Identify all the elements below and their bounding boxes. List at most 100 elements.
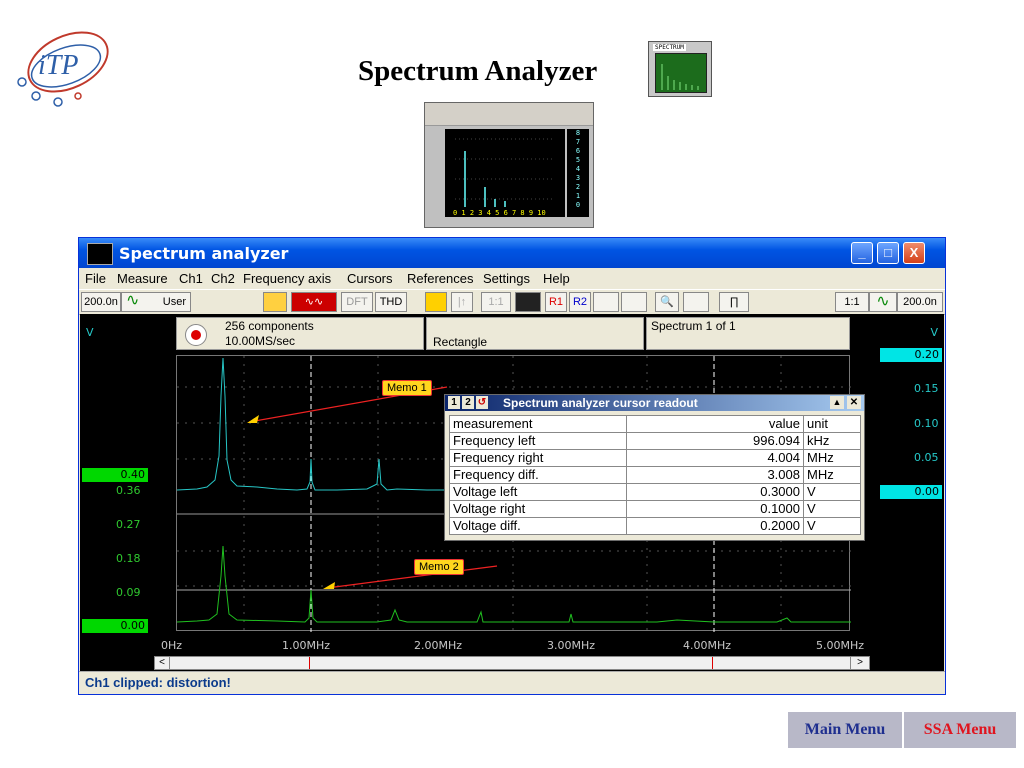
toolbar: 200.0n ∿ User ∿∿ DFT THD |↑ 1:1 R1 R2 🔍 …	[79, 289, 945, 315]
row-measurement: Voltage diff.	[449, 517, 627, 535]
bars-icon[interactable]	[425, 292, 447, 312]
row-unit: V	[803, 483, 861, 501]
ssa-menu-button[interactable]: SSA Menu	[904, 712, 1016, 748]
row-value: 3.008	[626, 466, 804, 484]
r2-button[interactable]: R2	[569, 292, 591, 312]
menu-ch2[interactable]: Ch2	[211, 271, 235, 286]
spectrum-icon[interactable]: SPECTRUM	[648, 41, 712, 97]
maximize-button[interactable]: □	[877, 242, 899, 264]
ch1-scale-0.05: 0.05	[914, 451, 939, 464]
readout-tab-1[interactable]: 1	[448, 396, 460, 409]
ratio-button[interactable]: 1:1	[835, 292, 869, 312]
menu-frequency-axis[interactable]: Frequency axis	[243, 271, 331, 286]
row-unit: MHz	[803, 449, 861, 467]
x-label-5: 5.00MHz	[816, 639, 865, 652]
dft-button[interactable]: DFT	[341, 292, 373, 312]
ch2-scale-0.36: 0.36	[116, 484, 141, 497]
thumbnail-scale: 87 65 43 21 0	[567, 129, 589, 217]
r1-button[interactable]: R1	[545, 292, 567, 312]
ch1-scale-0.15: 0.15	[914, 382, 939, 395]
table-row: Frequency right 4.004 MHz	[449, 449, 861, 467]
right-axis-unit: V	[930, 326, 938, 339]
menu-references[interactable]: References	[407, 271, 473, 286]
hscrollbar[interactable]: < >	[154, 656, 870, 670]
row-unit: kHz	[803, 432, 861, 450]
menu-help[interactable]: Help	[543, 271, 570, 286]
main-menu-button[interactable]: Main Menu	[788, 712, 902, 748]
ch2-scale-0.09: 0.09	[116, 586, 141, 599]
menu-settings[interactable]: Settings	[483, 271, 530, 286]
spectrum-index: Spectrum 1 of 1	[651, 319, 736, 333]
svg-text:0 1 2 3 4 5 6 7 8 9 10: 0 1 2 3 4 5 6 7 8 9 10	[453, 209, 546, 217]
x-label-2: 2.00MHz	[414, 639, 463, 652]
zoom-ratio-icon[interactable]: 1:1	[481, 292, 511, 312]
row-measurement: Voltage right	[449, 500, 627, 518]
header-unit: unit	[803, 415, 861, 433]
header-value: value	[626, 415, 804, 433]
readout-reset-icon[interactable]: ↺	[476, 396, 488, 409]
menu-measure[interactable]: Measure	[117, 271, 168, 286]
row-value: 4.004	[626, 449, 804, 467]
thumbnail-screenshot: 0 1 2 3 4 5 6 7 8 9 10 87 65 43 21 0	[424, 102, 594, 228]
svg-text:iTP: iTP	[38, 50, 78, 81]
copy-icon[interactable]	[593, 292, 619, 312]
ch2-scale-select[interactable]: 200.0n	[897, 292, 943, 312]
window-function: Rectangle	[433, 335, 488, 349]
ch1-scale-0.20: 0.20	[880, 348, 942, 362]
readout-tab-2[interactable]: 2	[462, 396, 474, 409]
close-button[interactable]: X	[903, 242, 925, 264]
paste-icon[interactable]	[621, 292, 647, 312]
thumbnail-plot: 0 1 2 3 4 5 6 7 8 9 10	[445, 129, 565, 217]
record-icon[interactable]	[185, 324, 207, 346]
menu-cursors[interactable]: Cursors	[347, 271, 393, 286]
wave-edit-icon[interactable]: ∿∿	[291, 292, 337, 312]
scroll-right-button[interactable]: >	[850, 657, 869, 669]
scroll-left-button[interactable]: <	[155, 657, 170, 669]
readout-title: Spectrum analyzer cursor readout	[503, 396, 698, 410]
spectrum-icon-label: SPECTRUM	[653, 44, 686, 51]
print-icon[interactable]	[683, 292, 709, 312]
ch2-scale-0.27: 0.27	[116, 518, 141, 531]
ch1-scale-select[interactable]: 200.0n	[81, 292, 121, 312]
spectrum-view-icon[interactable]	[515, 292, 541, 312]
row-value: 0.1000	[626, 500, 804, 518]
table-row: Voltage diff. 0.2000 V	[449, 517, 861, 535]
thd-button[interactable]: THD	[375, 292, 407, 312]
itp-logo: iTP	[8, 22, 114, 112]
slide-title: Spectrum Analyzer	[358, 55, 598, 87]
x-label-1: 1.00MHz	[282, 639, 331, 652]
left-axis-unit: V	[86, 326, 94, 339]
table-row: Voltage right 0.1000 V	[449, 500, 861, 518]
menu-bar: File Measure Ch1 Ch2 Frequency axis Curs…	[79, 269, 945, 288]
x-label-0: 0Hz	[161, 639, 183, 652]
minimize-button[interactable]: _	[851, 242, 873, 264]
header-measurement: measurement	[449, 415, 627, 433]
readout-close-button[interactable]: ✕	[847, 396, 861, 409]
memo-1[interactable]: Memo 1	[382, 380, 432, 396]
marker-icon[interactable]: |↑	[451, 292, 473, 312]
readout-collapse-icon[interactable]: ▲	[830, 396, 844, 409]
row-measurement: Frequency right	[449, 449, 627, 467]
magnifier-icon[interactable]: 🔍	[655, 292, 679, 312]
sample-rate: 10.00MS/sec	[225, 334, 296, 348]
window-titlebar[interactable]: Spectrum analyzer _ □ X	[79, 238, 945, 268]
ch1-scale-0.00: 0.00	[880, 485, 942, 499]
table-row: Frequency left 996.094 kHz	[449, 432, 861, 450]
memo-2[interactable]: Memo 2	[414, 559, 464, 575]
row-measurement: Frequency left	[449, 432, 627, 450]
menu-file[interactable]: File	[85, 271, 106, 286]
readout-titlebar[interactable]: 1 2 ↺ Spectrum analyzer cursor readout ▲…	[445, 395, 864, 411]
info-panel-window: Rectangle	[426, 317, 644, 350]
menu-ch1[interactable]: Ch1	[179, 271, 203, 286]
pen-icon[interactable]	[263, 292, 287, 312]
x-label-4: 4.00MHz	[683, 639, 732, 652]
info-panel-left: 256 components 10.00MS/sec	[176, 317, 424, 350]
ch1-mode-label: User	[162, 296, 186, 308]
ch2-sine-icon[interactable]: ∿	[869, 292, 897, 312]
info-panel-spectrum: Spectrum 1 of 1	[646, 317, 850, 350]
row-unit: MHz	[803, 466, 861, 484]
cursor-mode-icon[interactable]: ∏	[719, 292, 749, 312]
row-value: 0.3000	[626, 483, 804, 501]
cursor-right-marker	[712, 657, 713, 669]
ch1-mode-select[interactable]: ∿ User	[121, 292, 191, 312]
